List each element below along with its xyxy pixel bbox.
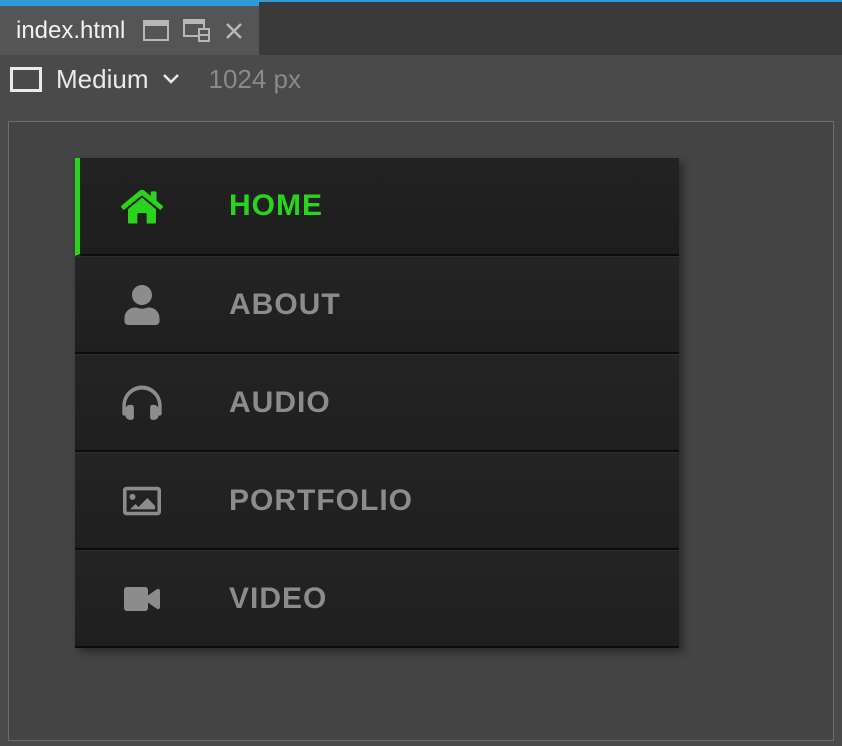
menu-item-label: PORTFOLIO (229, 484, 413, 518)
menu-item-home[interactable]: HOME (75, 158, 679, 256)
breakpoint-label[interactable]: Medium (56, 64, 148, 95)
preview-icon[interactable] (143, 20, 169, 41)
tab-controls (143, 19, 243, 43)
video-icon (121, 578, 163, 620)
tabbar: index.html (0, 0, 842, 55)
home-icon (121, 185, 163, 227)
menu-item-label: VIDEO (229, 582, 327, 616)
file-tab-label: index.html (16, 17, 125, 45)
menu-item-label: ABOUT (229, 288, 341, 322)
canvas-wrap: HOME ABOUT AUDIO PORTFOLIO VIDEO (0, 103, 842, 741)
breakpoint-bar: Medium 1024 px (0, 55, 842, 103)
responsive-preview-icon[interactable] (183, 19, 211, 43)
menu-item-label: HOME (229, 189, 323, 223)
nav-menu: HOME ABOUT AUDIO PORTFOLIO VIDEO (75, 158, 679, 648)
image-icon (121, 480, 163, 522)
design-canvas[interactable]: HOME ABOUT AUDIO PORTFOLIO VIDEO (8, 121, 834, 741)
headphones-icon (121, 382, 163, 424)
menu-item-label: AUDIO (229, 386, 331, 420)
viewport-icon (10, 67, 42, 92)
chevron-down-icon[interactable] (162, 73, 180, 85)
menu-item-portfolio[interactable]: PORTFOLIO (75, 452, 679, 550)
breakpoint-width: 1024 px (208, 64, 301, 95)
menu-item-video[interactable]: VIDEO (75, 550, 679, 648)
close-icon[interactable] (225, 22, 243, 40)
menu-item-about[interactable]: ABOUT (75, 256, 679, 354)
file-tab[interactable]: index.html (0, 2, 259, 55)
user-icon (121, 284, 163, 326)
menu-item-audio[interactable]: AUDIO (75, 354, 679, 452)
